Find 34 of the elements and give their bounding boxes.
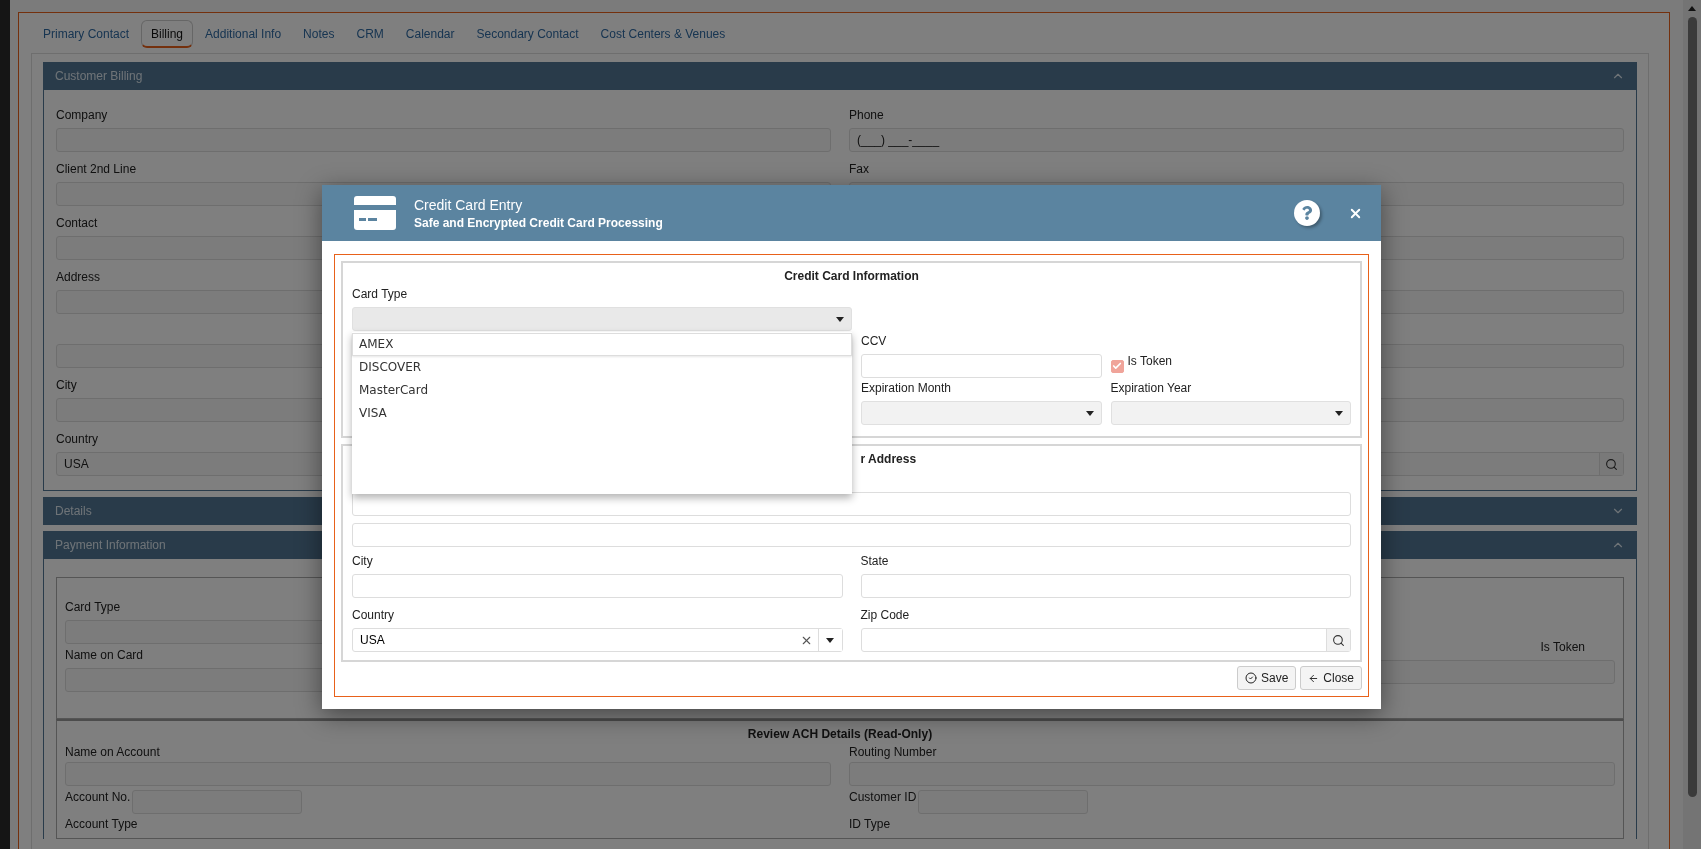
panel-title: Review ACH Details (Read-Only): [746, 727, 934, 741]
field-label: Fax: [849, 162, 869, 176]
modal-title: Credit Card Entry: [414, 196, 524, 213]
field-label: Customer ID: [849, 790, 917, 804]
field-label: State: [860, 554, 889, 568]
field-label: City: [56, 378, 77, 392]
field-label: Card Type: [65, 600, 121, 614]
field-label: Account No.: [65, 790, 131, 804]
field-label: Name on Account: [65, 745, 160, 759]
field-label: Country: [352, 608, 395, 622]
field-label: Contact: [56, 216, 98, 230]
field-label: CCV: [861, 334, 887, 348]
field-label: Account Type: [65, 817, 138, 831]
field-label: Expiration Year: [1110, 381, 1192, 395]
checkbox-label: Is Token: [1540, 640, 1585, 654]
section-title: Details: [55, 504, 92, 518]
field-label: Client 2nd Line: [56, 162, 137, 176]
field-label: Country: [56, 432, 99, 446]
field-label: Expiration Month: [861, 381, 952, 395]
field-label: City: [352, 554, 373, 568]
field-label: Routing Number: [849, 745, 937, 759]
field-label: Zip Code: [860, 608, 910, 622]
field-label: Phone: [849, 108, 884, 122]
field-label: Address: [56, 270, 101, 284]
section-title: Customer Billing: [55, 69, 143, 83]
checkbox-label: Is Token: [1127, 354, 1172, 368]
panel-title: Credit Card Information: [783, 269, 920, 283]
section-title: Payment Information: [55, 538, 166, 552]
modal-subtitle: Safe and Encrypted Credit Card Processing: [414, 215, 664, 230]
field-label: Name on Card: [65, 648, 144, 662]
field-label: ID Type: [849, 817, 891, 831]
field-label: Card Type: [352, 287, 408, 301]
field-label: Company: [56, 108, 108, 122]
panel-title: r Address: [860, 452, 917, 466]
